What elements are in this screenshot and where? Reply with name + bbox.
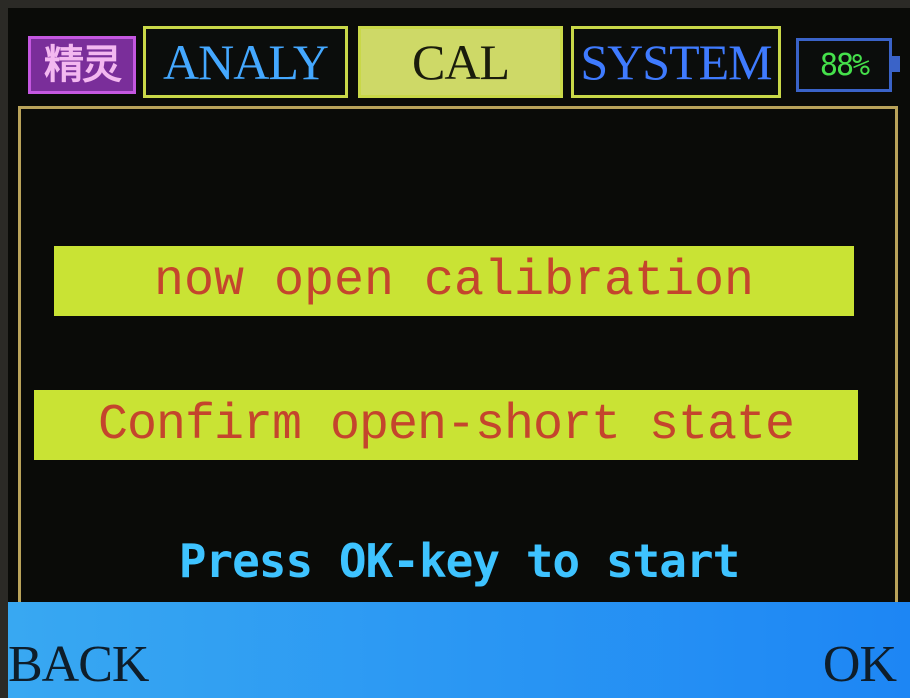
confirm-state-text: Confirm open-short state [97, 396, 795, 454]
tab-analy-label: ANALY [163, 34, 329, 90]
tab-system[interactable]: SYSTEM [571, 26, 781, 98]
top-menu-bar: 精灵 ANALY CAL SYSTEM 88% [8, 8, 910, 108]
confirm-state-banner: Confirm open-short state [34, 390, 858, 460]
back-softkey[interactable]: BACK [8, 635, 149, 694]
tab-cal-label: CAL [412, 34, 510, 90]
battery-indicator: 88% [796, 38, 892, 92]
content-frame [18, 106, 898, 606]
tab-system-label: SYSTEM [580, 34, 772, 90]
start-hint: Press OK-key to start [178, 534, 741, 588]
calibration-status-banner: now open calibration [54, 246, 854, 316]
device-screen: 精灵 ANALY CAL SYSTEM 88% now open calibra… [8, 8, 910, 698]
tab-analy[interactable]: ANALY [143, 26, 348, 98]
logo-glyph: 精灵 [44, 42, 122, 88]
calibration-status-text: now open calibration [153, 252, 755, 310]
tab-cal[interactable]: CAL [358, 26, 563, 98]
battery-percent: 88% [819, 47, 870, 83]
softkey-bar: BACK OK [8, 602, 910, 698]
battery-icon-tip [892, 56, 900, 72]
app-logo: 精灵 [28, 36, 136, 94]
ok-softkey[interactable]: OK [823, 635, 897, 694]
